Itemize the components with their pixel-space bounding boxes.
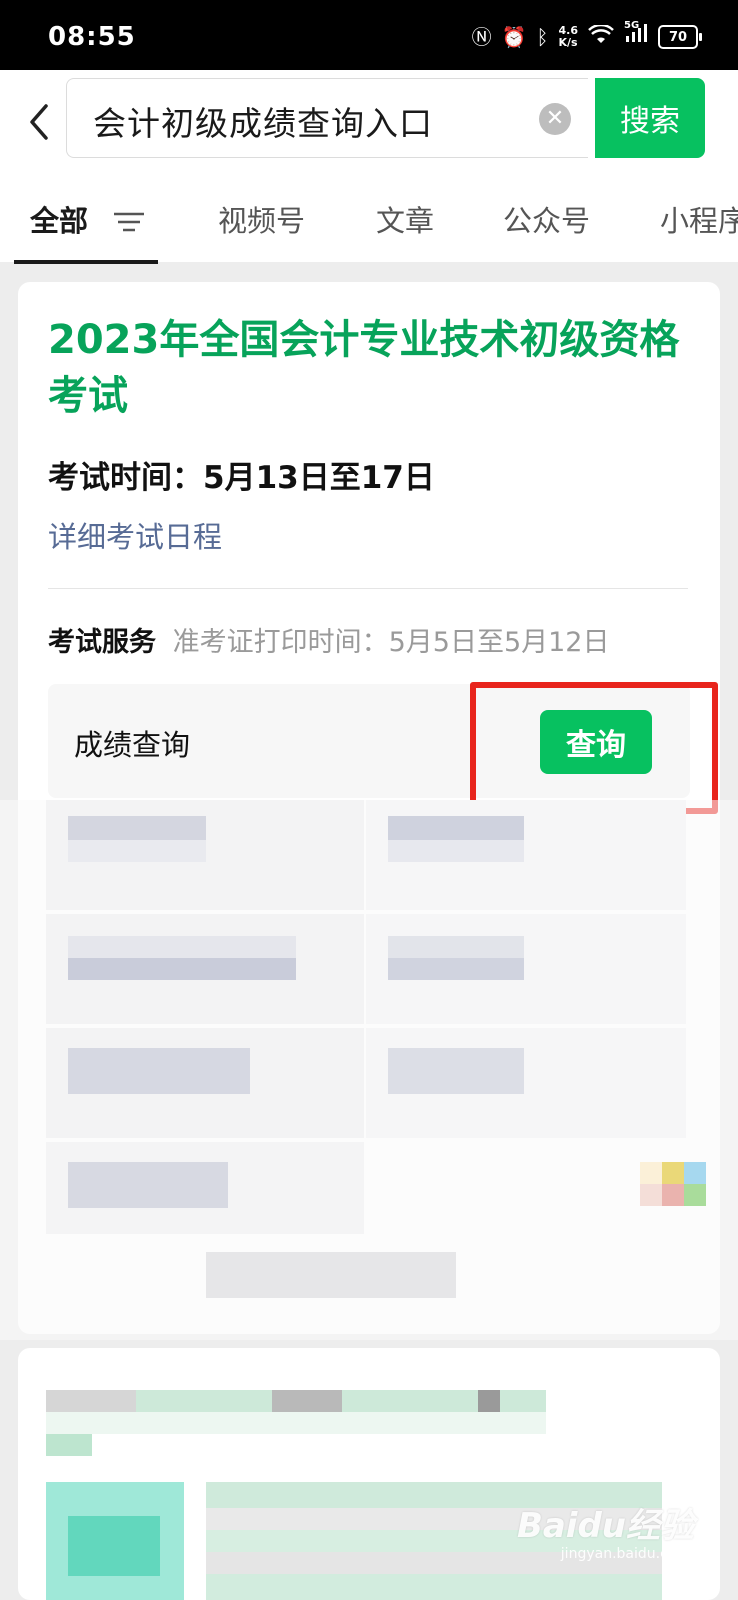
- card-title[interactable]: 2023年全国会计专业技术初级资格考试: [48, 312, 688, 424]
- status-bar: 08:55 Ⓝ ⏰ ᛒ 4.6 K/s 5G 70: [0, 0, 738, 70]
- filter-icon[interactable]: [112, 208, 146, 236]
- tab-channels[interactable]: 视频号: [218, 198, 305, 240]
- tab-official-accounts[interactable]: 公众号: [503, 198, 590, 240]
- wifi-icon: [588, 23, 614, 50]
- tab-mini-programs[interactable]: 小程序: [660, 198, 738, 240]
- search-query: 会计初级成绩查询入口: [93, 104, 433, 143]
- score-query-label: 成绩查询: [74, 728, 191, 762]
- search-header: 会计初级成绩查询入口 ✕ 搜索 全部 视频号 文章 公众号 小程序: [0, 70, 738, 262]
- baidu-watermark: Baidu经验: [516, 1506, 694, 1546]
- tab-all[interactable]: 全部: [30, 198, 88, 240]
- nfc-icon: Ⓝ: [471, 25, 492, 49]
- obscured-content: [0, 800, 738, 1600]
- battery-icon: 70: [658, 25, 702, 49]
- network-speed: 4.6 K/s: [558, 24, 579, 49]
- service-label: 考试服务: [48, 627, 156, 658]
- search-input[interactable]: 会计初级成绩查询入口 ✕: [66, 78, 588, 158]
- signal-icon: 5G: [624, 20, 648, 52]
- highlight-box: [470, 682, 718, 814]
- watermark-url: jingyan.baidu.com: [560, 1546, 690, 1562]
- clear-icon[interactable]: ✕: [539, 103, 571, 135]
- exam-schedule-link[interactable]: 详细考试日程: [48, 514, 222, 556]
- active-tab-indicator: [14, 260, 158, 264]
- tab-articles[interactable]: 文章: [376, 198, 434, 240]
- exam-time: 考试时间：5月13日至17日: [48, 460, 435, 496]
- admission-print-note: 准考证打印时间：5月5日至5月12日: [172, 627, 610, 658]
- search-button[interactable]: 搜索: [595, 78, 705, 158]
- alarm-icon: ⏰: [501, 25, 527, 49]
- bluetooth-icon: ᛒ: [536, 25, 549, 49]
- chevron-left-icon: [30, 104, 48, 140]
- back-button[interactable]: [24, 96, 64, 156]
- exam-service-row: 考试服务 准考证打印时间：5月5日至5月12日: [48, 620, 609, 659]
- divider: [48, 588, 688, 589]
- status-time: 08:55: [48, 22, 136, 52]
- status-icons: Ⓝ ⏰ ᛒ 4.6 K/s 5G 70: [471, 20, 702, 52]
- result-tabs: 全部 视频号 文章 公众号 小程序: [0, 190, 738, 262]
